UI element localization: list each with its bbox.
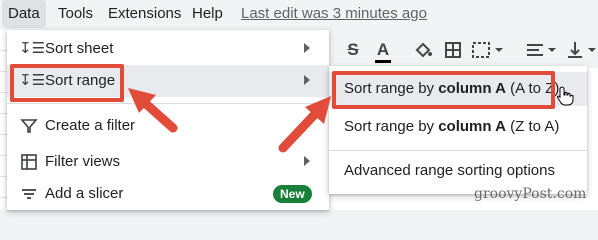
hand-cursor-icon <box>557 86 574 106</box>
arrow-to-sort-range <box>128 88 178 133</box>
arrow-to-sort-a-to-z <box>278 96 331 153</box>
watermark: groovyPost.com <box>474 186 587 202</box>
annotation-arrows <box>128 88 331 153</box>
